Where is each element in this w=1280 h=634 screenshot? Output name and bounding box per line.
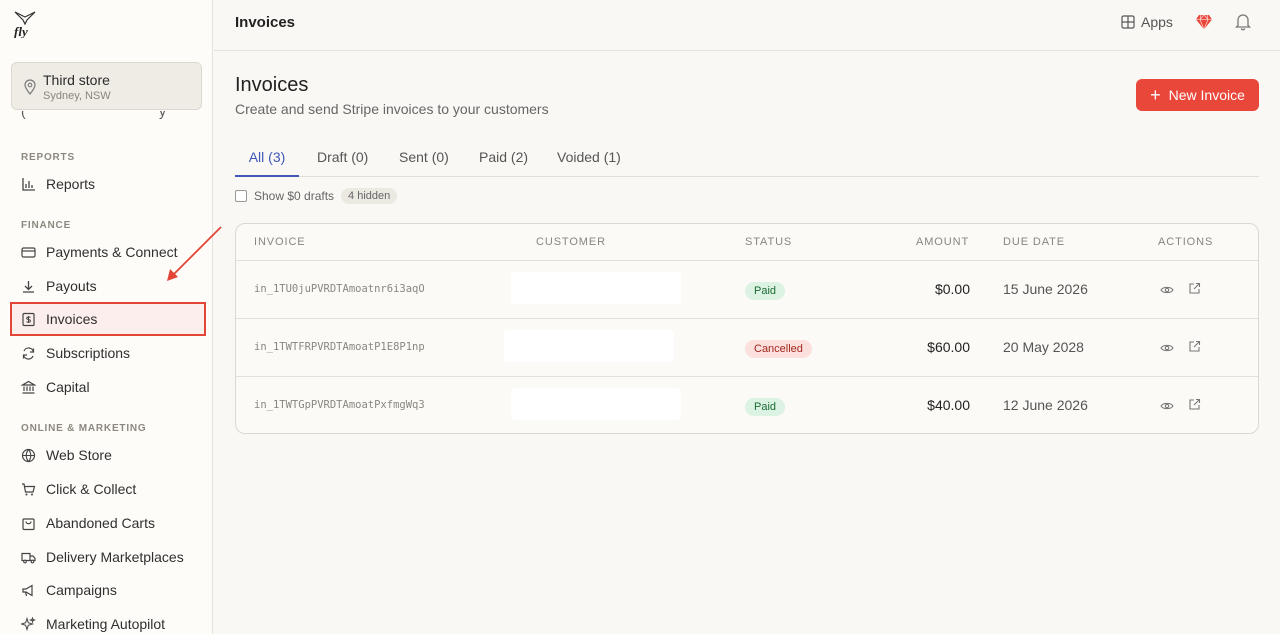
table-row[interactable]: in_1TWTFRPVRDTAmoatP1E8P1np Cancelled $6… <box>236 318 1258 376</box>
view-eye-icon[interactable] <box>1160 341 1174 355</box>
customer-redacted <box>504 330 674 362</box>
invoices-table: INVOICE CUSTOMER STATUS AMOUNT DUE DATE … <box>235 223 1259 434</box>
download-icon <box>23 280 34 293</box>
show-drafts-toggle: Show $0 drafts 4 hidden <box>235 188 398 204</box>
invoice-amount: $0.00 <box>934 281 970 297</box>
svg-text:fly: fly <box>14 24 28 38</box>
sidebar-item-abandoned-carts[interactable]: Abandoned Carts <box>10 506 206 540</box>
hidden-count-badge: 4 hidden <box>341 188 398 204</box>
sidebar-item-label: Invoices <box>46 311 98 327</box>
page-title: Invoices <box>235 74 309 96</box>
show-drafts-label: Show $0 drafts <box>254 189 335 203</box>
sidebar-item-click-collect[interactable]: Click & Collect <box>10 472 206 506</box>
bank-icon <box>21 380 36 394</box>
store-location: Sydney, NSW <box>43 90 111 102</box>
invoice-id[interactable]: in_1TWTGpPVRDTAmoatPxfmgWq3 <box>254 399 425 411</box>
section-label-online-marketing: ONLINE & MARKETING <box>21 423 147 434</box>
external-link-icon[interactable] <box>1188 282 1201 295</box>
table-row[interactable]: in_1TU0juPVRDTAmoatnr6i3aqO Paid $0.00 1… <box>236 260 1258 318</box>
sidebar-item-partial[interactable]: (y <box>21 111 171 121</box>
page-subtitle: Create and send Stripe invoices to your … <box>235 101 549 117</box>
sidebar-item-reports[interactable]: Reports <box>10 167 206 201</box>
sidebar: fly Third store Sydney, NSW (y REPORTS R… <box>0 0 213 634</box>
plus-icon: + <box>1150 85 1161 105</box>
due-date: 15 June 2026 <box>1003 281 1088 297</box>
sidebar-item-label: Web Store <box>46 447 112 463</box>
megaphone-icon <box>22 583 33 597</box>
external-link-icon[interactable] <box>1188 398 1201 411</box>
view-eye-icon[interactable] <box>1160 283 1174 297</box>
globe-icon <box>21 448 36 462</box>
status-badge: Cancelled <box>745 340 812 358</box>
section-label-reports: REPORTS <box>21 152 75 163</box>
due-date: 20 May 2028 <box>1003 339 1084 355</box>
tab-all[interactable]: All (3) <box>235 140 299 177</box>
status-badge: Paid <box>745 398 786 416</box>
column-header-customer: CUSTOMER <box>536 236 606 248</box>
due-date: 12 June 2026 <box>1003 397 1088 413</box>
sidebar-item-label: Marketing Autopilot <box>46 616 166 632</box>
sidebar-item-delivery-marketplaces[interactable]: Delivery Marketplaces <box>10 540 206 574</box>
grid-icon <box>1121 15 1135 29</box>
sidebar-item-marketing-autopilot[interactable]: Marketing Autopilot <box>10 607 206 634</box>
truck-icon <box>21 552 36 563</box>
apps-label: Apps <box>1141 14 1173 30</box>
sidebar-item-label: Payouts <box>46 278 97 294</box>
sidebar-item-label: Campaigns <box>46 582 117 598</box>
tab-voided[interactable]: Voided (1) <box>557 140 621 177</box>
new-invoice-label: New Invoice <box>1168 87 1245 103</box>
sidebar-item-capital[interactable]: Capital <box>10 370 206 404</box>
bell-icon[interactable] <box>1234 12 1252 31</box>
credit-card-icon <box>21 246 36 258</box>
sidebar-item-campaigns[interactable]: Campaigns <box>10 573 206 607</box>
table-row[interactable]: in_1TWTGpPVRDTAmoatPxfmgWq3 Paid $40.00 … <box>236 376 1258 433</box>
shopping-bag-icon <box>22 517 35 530</box>
sidebar-item-web-store[interactable]: Web Store <box>10 438 206 472</box>
bar-chart-icon <box>22 177 35 191</box>
sidebar-item-label: Abandoned Carts <box>46 515 155 531</box>
customer-redacted <box>511 388 681 420</box>
apps-button[interactable]: Apps <box>1121 14 1173 30</box>
column-header-invoice: INVOICE <box>254 236 306 248</box>
fly-logo-icon[interactable]: fly <box>12 8 38 38</box>
tab-paid[interactable]: Paid (2) <box>479 140 528 177</box>
status-badge: Paid <box>745 282 786 300</box>
annotation-arrow-icon <box>167 226 222 281</box>
store-name: Third store <box>43 72 110 88</box>
invoice-tabs: All (3) Draft (0) Sent (0) Paid (2) Void… <box>235 140 1259 177</box>
sparkle-icon <box>21 616 36 631</box>
sidebar-item-label: Click & Collect <box>46 481 137 497</box>
invoice-icon <box>22 312 35 326</box>
top-bar: Invoices Apps <box>214 0 1280 51</box>
column-header-amount: AMOUNT <box>916 236 970 248</box>
cart-icon <box>22 482 36 495</box>
tab-sent[interactable]: Sent (0) <box>399 140 449 177</box>
invoice-id[interactable]: in_1TWTFRPVRDTAmoatP1E8P1np <box>254 341 425 353</box>
sidebar-item-subscriptions[interactable]: Subscriptions <box>10 336 206 370</box>
invoice-amount: $40.00 <box>927 397 970 413</box>
sidebar-item-label: Capital <box>46 379 90 395</box>
view-eye-icon[interactable] <box>1160 399 1174 413</box>
store-selector[interactable]: Third store Sydney, NSW <box>11 62 202 110</box>
header-title: Invoices <box>235 14 296 31</box>
refresh-icon <box>22 346 35 360</box>
tab-draft[interactable]: Draft (0) <box>317 140 368 177</box>
customer-redacted <box>511 272 681 304</box>
section-label-finance: FINANCE <box>21 220 72 231</box>
show-drafts-checkbox[interactable] <box>235 190 247 202</box>
column-header-actions: ACTIONS <box>1158 236 1214 248</box>
new-invoice-button[interactable]: + New Invoice <box>1136 79 1259 111</box>
column-header-due-date: DUE DATE <box>1003 236 1066 248</box>
invoice-amount: $60.00 <box>927 339 970 355</box>
gem-icon[interactable] <box>1195 13 1213 31</box>
sidebar-item-label: Reports <box>46 176 96 192</box>
invoice-id[interactable]: in_1TU0juPVRDTAmoatnr6i3aqO <box>254 283 425 295</box>
location-pin-icon <box>24 79 36 95</box>
sidebar-item-label: Delivery Marketplaces <box>46 549 184 565</box>
sidebar-item-label: Subscriptions <box>46 345 131 361</box>
sidebar-item-label: Payments & Connect <box>46 244 178 260</box>
external-link-icon[interactable] <box>1188 340 1201 353</box>
sidebar-item-invoices[interactable]: Invoices <box>10 302 206 336</box>
column-header-status: STATUS <box>745 236 793 248</box>
